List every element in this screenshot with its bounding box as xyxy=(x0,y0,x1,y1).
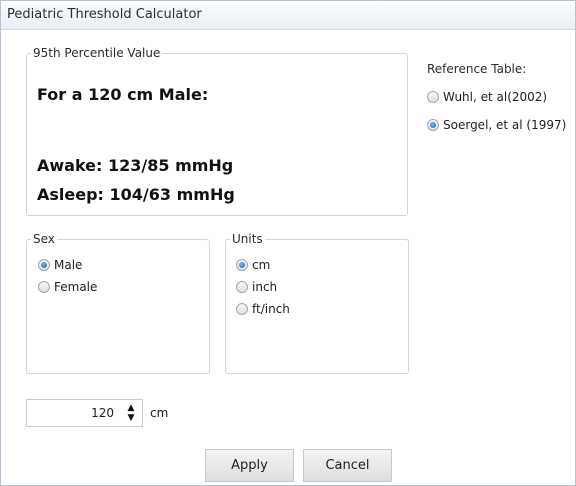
spin-up-icon[interactable]: ▲ xyxy=(125,403,137,413)
radio-unselected-icon xyxy=(427,91,439,103)
height-unit-label: cm xyxy=(150,406,169,420)
radio-unselected-icon xyxy=(236,303,248,315)
calculator-window: Pediatric Threshold Calculator 95th Perc… xyxy=(0,0,576,486)
radio-selected-icon xyxy=(236,259,248,271)
units-legend: Units xyxy=(232,232,263,246)
sex-group: Sex Male Female xyxy=(26,232,210,374)
sex-legend: Sex xyxy=(33,232,55,246)
sex-radio-female[interactable]: Female xyxy=(38,278,97,296)
radio-unselected-icon xyxy=(236,281,248,293)
awake-value: Awake: 123/85 mmHg xyxy=(37,156,234,175)
height-value[interactable]: 120 xyxy=(91,406,114,420)
result-heading: For a 120 cm Male: xyxy=(37,85,209,104)
radio-selected-icon xyxy=(38,259,50,271)
height-stepper[interactable]: 120 ▲ ▼ xyxy=(26,399,143,427)
percentile-group: 95th Percentile Value For a 120 cm Male:… xyxy=(26,46,408,216)
reference-radio-soergel[interactable]: Soergel, et al (1997) xyxy=(427,116,566,134)
units-option-label: cm xyxy=(252,258,271,272)
reference-option-label: Soergel, et al (1997) xyxy=(443,118,567,132)
units-radio-cm[interactable]: cm xyxy=(236,256,270,274)
title-bar: Pediatric Threshold Calculator xyxy=(1,1,575,30)
sex-option-label: Female xyxy=(54,280,98,294)
radio-unselected-icon xyxy=(38,281,50,293)
radio-selected-icon xyxy=(427,119,439,131)
sex-option-label: Male xyxy=(54,258,83,272)
sex-radio-male[interactable]: Male xyxy=(38,256,82,274)
units-radio-ft-inch[interactable]: ft/inch xyxy=(236,300,290,318)
spin-down-icon[interactable]: ▼ xyxy=(125,413,137,423)
percentile-legend: 95th Percentile Value xyxy=(33,46,161,60)
asleep-value: Asleep: 104/63 mmHg xyxy=(37,185,235,204)
units-group: Units cm inch ft/inch xyxy=(225,232,409,374)
reference-option-label: Wuhl, et al(2002) xyxy=(443,90,548,104)
reference-radio-wuhl[interactable]: Wuhl, et al(2002) xyxy=(427,88,547,106)
units-option-label: inch xyxy=(252,280,278,294)
reference-table-label: Reference Table: xyxy=(427,62,527,76)
units-radio-inch[interactable]: inch xyxy=(236,278,277,296)
window-title: Pediatric Threshold Calculator xyxy=(7,7,202,22)
apply-button[interactable]: Apply xyxy=(205,449,294,482)
units-option-label: ft/inch xyxy=(252,302,290,316)
stepper-arrows: ▲ ▼ xyxy=(125,403,137,423)
cancel-button[interactable]: Cancel xyxy=(303,449,392,482)
